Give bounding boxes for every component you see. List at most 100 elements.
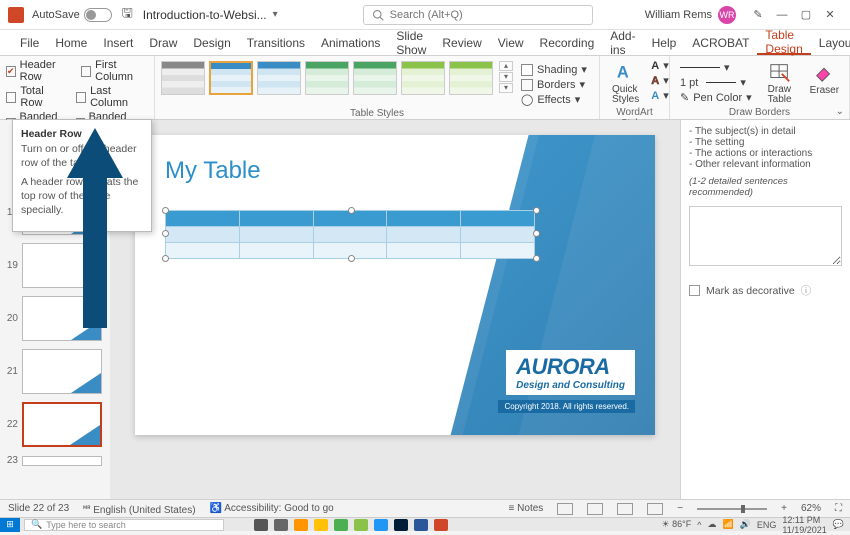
taskbar-search[interactable]: 🔍Type here to search <box>24 519 224 531</box>
chevron-down-icon[interactable]: ▾ <box>499 72 513 82</box>
selection-handle[interactable] <box>162 230 169 237</box>
slide-thumb[interactable] <box>22 296 102 341</box>
tab-layout[interactable]: Layout <box>811 30 850 55</box>
style-thumb-selected[interactable] <box>209 61 253 95</box>
tab-review[interactable]: Review <box>434 30 489 55</box>
tab-addins[interactable]: Add-ins <box>602 30 643 55</box>
text-outline-dropdown[interactable]: A▾ <box>651 74 668 87</box>
alt-text-input[interactable] <box>689 206 842 266</box>
normal-view-button[interactable] <box>557 503 573 515</box>
chk-first-column[interactable]: First Column <box>81 59 148 83</box>
volume-icon[interactable]: 🔊 <box>740 519 751 530</box>
task-icon[interactable] <box>374 519 388 531</box>
style-thumb[interactable] <box>449 61 493 95</box>
pen-style-dropdown[interactable]: ▾ <box>680 61 752 74</box>
selection-handle[interactable] <box>533 255 540 262</box>
zoom-out-button[interactable]: − <box>677 503 683 514</box>
slide-canvas-area[interactable]: My Table AURORA Design and Consulting Co… <box>110 120 680 501</box>
wifi-icon[interactable]: 📶 <box>722 519 733 530</box>
tab-home[interactable]: Home <box>47 30 95 55</box>
selection-handle[interactable] <box>348 207 355 214</box>
slide-thumb-active[interactable] <box>22 402 102 447</box>
clock[interactable]: 12:11 PM11/19/2021 <box>782 515 826 535</box>
slideshow-view-button[interactable] <box>647 503 663 515</box>
slide-thumb[interactable] <box>22 349 102 394</box>
quick-styles-button[interactable]: A Quick Styles <box>606 59 645 107</box>
zoom-value[interactable]: 62% <box>801 503 821 514</box>
tab-animations[interactable]: Animations <box>313 30 388 55</box>
language-status[interactable]: 🅬 English (United States) <box>83 501 195 516</box>
sorter-view-button[interactable] <box>587 503 603 515</box>
tab-view[interactable]: View <box>490 30 532 55</box>
chk-total-row[interactable]: Total Row <box>6 85 66 109</box>
chk-header-row[interactable]: ✔Header Row <box>6 59 71 83</box>
accessibility-status[interactable]: ♿ Accessibility: Good to go <box>210 503 334 514</box>
task-icon[interactable] <box>314 519 328 531</box>
save-icon[interactable]: 🖫 <box>122 4 133 26</box>
tab-help[interactable]: Help <box>644 30 685 55</box>
task-icon[interactable] <box>294 519 308 531</box>
chevron-up-icon[interactable]: ▴ <box>499 61 513 71</box>
shading-dropdown[interactable]: Shading ▾ <box>521 63 587 76</box>
tab-draw[interactable]: Draw <box>141 30 185 55</box>
title-dropdown-icon[interactable]: ▾ <box>273 9 278 20</box>
slide-thumb[interactable] <box>22 243 102 288</box>
pen-color-dropdown[interactable]: ✎Pen Color ▾ <box>680 91 752 104</box>
ribbon-mode-icon[interactable]: ✎ <box>746 8 770 21</box>
selection-handle[interactable] <box>162 255 169 262</box>
slide-counter[interactable]: Slide 22 of 23 <box>8 503 69 514</box>
eraser-button[interactable]: Eraser <box>804 59 845 98</box>
tray-chevron-icon[interactable]: ^ <box>697 520 701 530</box>
borders-dropdown[interactable]: Borders ▾ <box>521 78 587 91</box>
tab-insert[interactable]: Insert <box>95 30 141 55</box>
selection-handle[interactable] <box>162 207 169 214</box>
task-icon[interactable] <box>254 519 268 531</box>
text-fill-dropdown[interactable]: A▾ <box>651 59 668 72</box>
avatar[interactable]: WR <box>718 6 736 24</box>
task-icon[interactable] <box>394 519 408 531</box>
style-thumb[interactable] <box>257 61 301 95</box>
task-icon[interactable] <box>274 519 288 531</box>
zoom-slider[interactable] <box>697 508 767 510</box>
gallery-scroll[interactable]: ▴▾▾ <box>499 61 513 93</box>
selection-handle[interactable] <box>348 255 355 262</box>
document-title[interactable]: Introduction-to-Websi... <box>143 8 267 22</box>
draw-table-button[interactable]: Draw Table <box>762 59 798 107</box>
table-styles-gallery[interactable]: ▴▾▾ Shading ▾ Borders ▾ ◯Effects ▾ <box>161 59 593 108</box>
task-icon[interactable] <box>434 519 448 531</box>
tab-transitions[interactable]: Transitions <box>239 30 313 55</box>
maximize-button[interactable]: ▢ <box>794 8 818 21</box>
task-icon[interactable] <box>334 519 348 531</box>
collapse-ribbon-icon[interactable]: ⌄ <box>836 106 844 117</box>
tab-file[interactable]: File <box>12 30 47 55</box>
notifications-icon[interactable]: 💬 <box>833 519 844 530</box>
style-thumb[interactable] <box>305 61 349 95</box>
mark-decorative-checkbox[interactable]: Mark as decorative ⓘ <box>689 283 842 298</box>
slide-title[interactable]: My Table <box>165 157 261 185</box>
start-button[interactable]: ⊞ <box>0 518 20 532</box>
selection-handle[interactable] <box>533 230 540 237</box>
pen-weight-dropdown[interactable]: 1 pt ▾ <box>680 76 752 89</box>
weather-widget[interactable]: ☀ 86°F <box>662 519 692 530</box>
task-icon[interactable] <box>354 519 368 531</box>
search-box[interactable] <box>363 5 593 25</box>
slide-table[interactable] <box>165 210 535 259</box>
tab-table-design[interactable]: Table Design <box>757 30 810 55</box>
text-effects-dropdown[interactable]: A▾ <box>651 89 668 102</box>
close-button[interactable]: ✕ <box>818 8 842 21</box>
style-thumb[interactable] <box>353 61 397 95</box>
notes-button[interactable]: ≡ Notes <box>509 503 544 514</box>
language-indicator[interactable]: ENG <box>757 520 777 530</box>
tab-acrobat[interactable]: ACROBAT <box>684 30 757 55</box>
chk-last-column[interactable]: Last Column <box>76 85 148 109</box>
style-thumb[interactable] <box>401 61 445 95</box>
minimize-button[interactable]: — <box>770 9 794 21</box>
zoom-in-button[interactable]: + <box>781 503 787 514</box>
reading-view-button[interactable] <box>617 503 633 515</box>
search-input[interactable] <box>390 9 584 21</box>
slide-thumb[interactable] <box>22 456 102 466</box>
effects-dropdown[interactable]: ◯Effects ▾ <box>521 93 587 106</box>
autosave-toggle[interactable] <box>84 8 112 22</box>
tab-slideshow[interactable]: Slide Show <box>388 30 434 55</box>
fit-button[interactable]: ⛶ <box>835 503 842 514</box>
